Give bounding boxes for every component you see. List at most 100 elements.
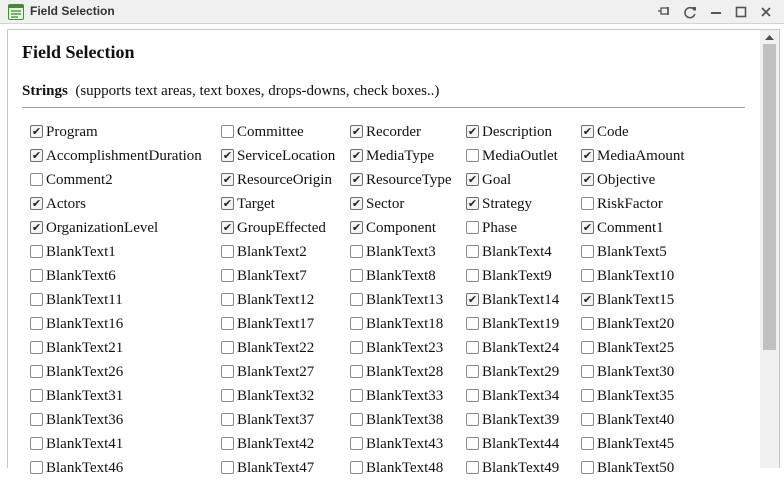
field-checkbox[interactable]	[581, 317, 594, 330]
field-checkbox[interactable]	[350, 269, 363, 282]
field-option[interactable]: ✔ MediaAmount	[581, 144, 706, 168]
field-option[interactable]: BlankText1	[30, 240, 216, 264]
field-option[interactable]: Committee	[221, 120, 346, 144]
field-option[interactable]: BlankText47	[221, 456, 346, 480]
field-option[interactable]: BlankText5	[581, 240, 706, 264]
field-checkbox[interactable]: ✔	[466, 125, 479, 138]
field-checkbox[interactable]	[221, 437, 234, 450]
field-option[interactable]: MediaOutlet	[466, 144, 591, 168]
field-checkbox[interactable]	[30, 389, 43, 402]
field-option[interactable]: ✔ OrganizationLevel	[30, 216, 216, 240]
close-icon[interactable]	[758, 4, 774, 20]
field-checkbox[interactable]	[350, 365, 363, 378]
field-checkbox[interactable]	[350, 413, 363, 426]
field-option[interactable]: ✔ Target	[221, 192, 346, 216]
field-checkbox[interactable]	[30, 317, 43, 330]
field-checkbox[interactable]	[30, 269, 43, 282]
field-checkbox[interactable]	[350, 341, 363, 354]
field-checkbox[interactable]	[350, 293, 363, 306]
field-option[interactable]: ✔ Comment1	[581, 216, 706, 240]
field-option[interactable]: BlankText43	[350, 432, 475, 456]
field-option[interactable]: ✔ Code	[581, 120, 706, 144]
field-option[interactable]: BlankText20	[581, 312, 706, 336]
field-option[interactable]: ✔ Objective	[581, 168, 706, 192]
field-checkbox[interactable]	[581, 269, 594, 282]
field-option[interactable]: ✔ Goal	[466, 168, 591, 192]
field-checkbox[interactable]	[350, 245, 363, 258]
field-checkbox[interactable]: ✔	[30, 197, 43, 210]
field-option[interactable]: ✔ BlankText15	[581, 288, 706, 312]
field-checkbox[interactable]: ✔	[221, 149, 234, 162]
field-option[interactable]: BlankText6	[30, 264, 216, 288]
field-option[interactable]: ✔ Component	[350, 216, 475, 240]
field-checkbox[interactable]	[581, 245, 594, 258]
field-checkbox[interactable]	[30, 365, 43, 378]
pin-icon[interactable]	[656, 4, 672, 20]
field-checkbox[interactable]	[350, 437, 363, 450]
field-option[interactable]: BlankText18	[350, 312, 475, 336]
field-checkbox[interactable]	[221, 317, 234, 330]
field-option[interactable]: BlankText42	[221, 432, 346, 456]
field-option[interactable]: BlankText16	[30, 312, 216, 336]
field-option[interactable]: BlankText50	[581, 456, 706, 480]
field-checkbox[interactable]	[466, 269, 479, 282]
field-checkbox[interactable]	[466, 341, 479, 354]
field-checkbox[interactable]	[581, 365, 594, 378]
field-option[interactable]: BlankText19	[466, 312, 591, 336]
field-option[interactable]: BlankText37	[221, 408, 346, 432]
field-checkbox[interactable]	[581, 389, 594, 402]
field-option[interactable]: BlankText28	[350, 360, 475, 384]
field-option[interactable]: BlankText29	[466, 360, 591, 384]
field-option[interactable]: BlankText22	[221, 336, 346, 360]
field-checkbox[interactable]	[221, 293, 234, 306]
field-checkbox[interactable]: ✔	[350, 149, 363, 162]
field-checkbox[interactable]: ✔	[466, 197, 479, 210]
field-checkbox[interactable]	[581, 413, 594, 426]
field-option[interactable]: BlankText3	[350, 240, 475, 264]
field-checkbox[interactable]	[350, 389, 363, 402]
field-option[interactable]: ✔ Program	[30, 120, 216, 144]
field-checkbox[interactable]: ✔	[466, 173, 479, 186]
field-option[interactable]: BlankText46	[30, 456, 216, 480]
field-option[interactable]: BlankText21	[30, 336, 216, 360]
field-checkbox[interactable]	[30, 437, 43, 450]
field-checkbox[interactable]	[466, 245, 479, 258]
field-option[interactable]: BlankText33	[350, 384, 475, 408]
field-checkbox[interactable]	[466, 365, 479, 378]
field-checkbox[interactable]	[350, 317, 363, 330]
scroll-up-arrow-icon[interactable]	[760, 30, 779, 44]
field-checkbox[interactable]: ✔	[221, 197, 234, 210]
field-option[interactable]: BlankText27	[221, 360, 346, 384]
field-checkbox[interactable]	[466, 221, 479, 234]
field-checkbox[interactable]	[221, 269, 234, 282]
field-checkbox[interactable]	[221, 245, 234, 258]
field-checkbox[interactable]	[466, 317, 479, 330]
field-checkbox[interactable]	[581, 197, 594, 210]
field-checkbox[interactable]: ✔	[350, 221, 363, 234]
field-option[interactable]: RiskFactor	[581, 192, 706, 216]
field-checkbox[interactable]: ✔	[581, 293, 594, 306]
field-checkbox[interactable]	[30, 413, 43, 426]
field-option[interactable]: BlankText35	[581, 384, 706, 408]
field-option[interactable]: ✔ BlankText14	[466, 288, 591, 312]
field-option[interactable]: BlankText2	[221, 240, 346, 264]
field-option[interactable]: BlankText36	[30, 408, 216, 432]
field-checkbox[interactable]	[581, 341, 594, 354]
field-option[interactable]: BlankText49	[466, 456, 591, 480]
field-option[interactable]: BlankText9	[466, 264, 591, 288]
field-checkbox[interactable]	[581, 437, 594, 450]
field-checkbox[interactable]: ✔	[30, 221, 43, 234]
field-checkbox[interactable]	[30, 173, 43, 186]
field-option[interactable]: BlankText13	[350, 288, 475, 312]
field-checkbox[interactable]: ✔	[221, 221, 234, 234]
field-option[interactable]: BlankText8	[350, 264, 475, 288]
field-option[interactable]: BlankText40	[581, 408, 706, 432]
field-option[interactable]: BlankText30	[581, 360, 706, 384]
field-checkbox[interactable]	[221, 389, 234, 402]
field-option[interactable]: BlankText44	[466, 432, 591, 456]
scroll-thumb[interactable]	[763, 44, 776, 350]
field-option[interactable]: ✔ GroupEffected	[221, 216, 346, 240]
field-option[interactable]: ✔ ResourceType	[350, 168, 475, 192]
field-option[interactable]: ✔ ServiceLocation	[221, 144, 346, 168]
field-option[interactable]: BlankText10	[581, 264, 706, 288]
